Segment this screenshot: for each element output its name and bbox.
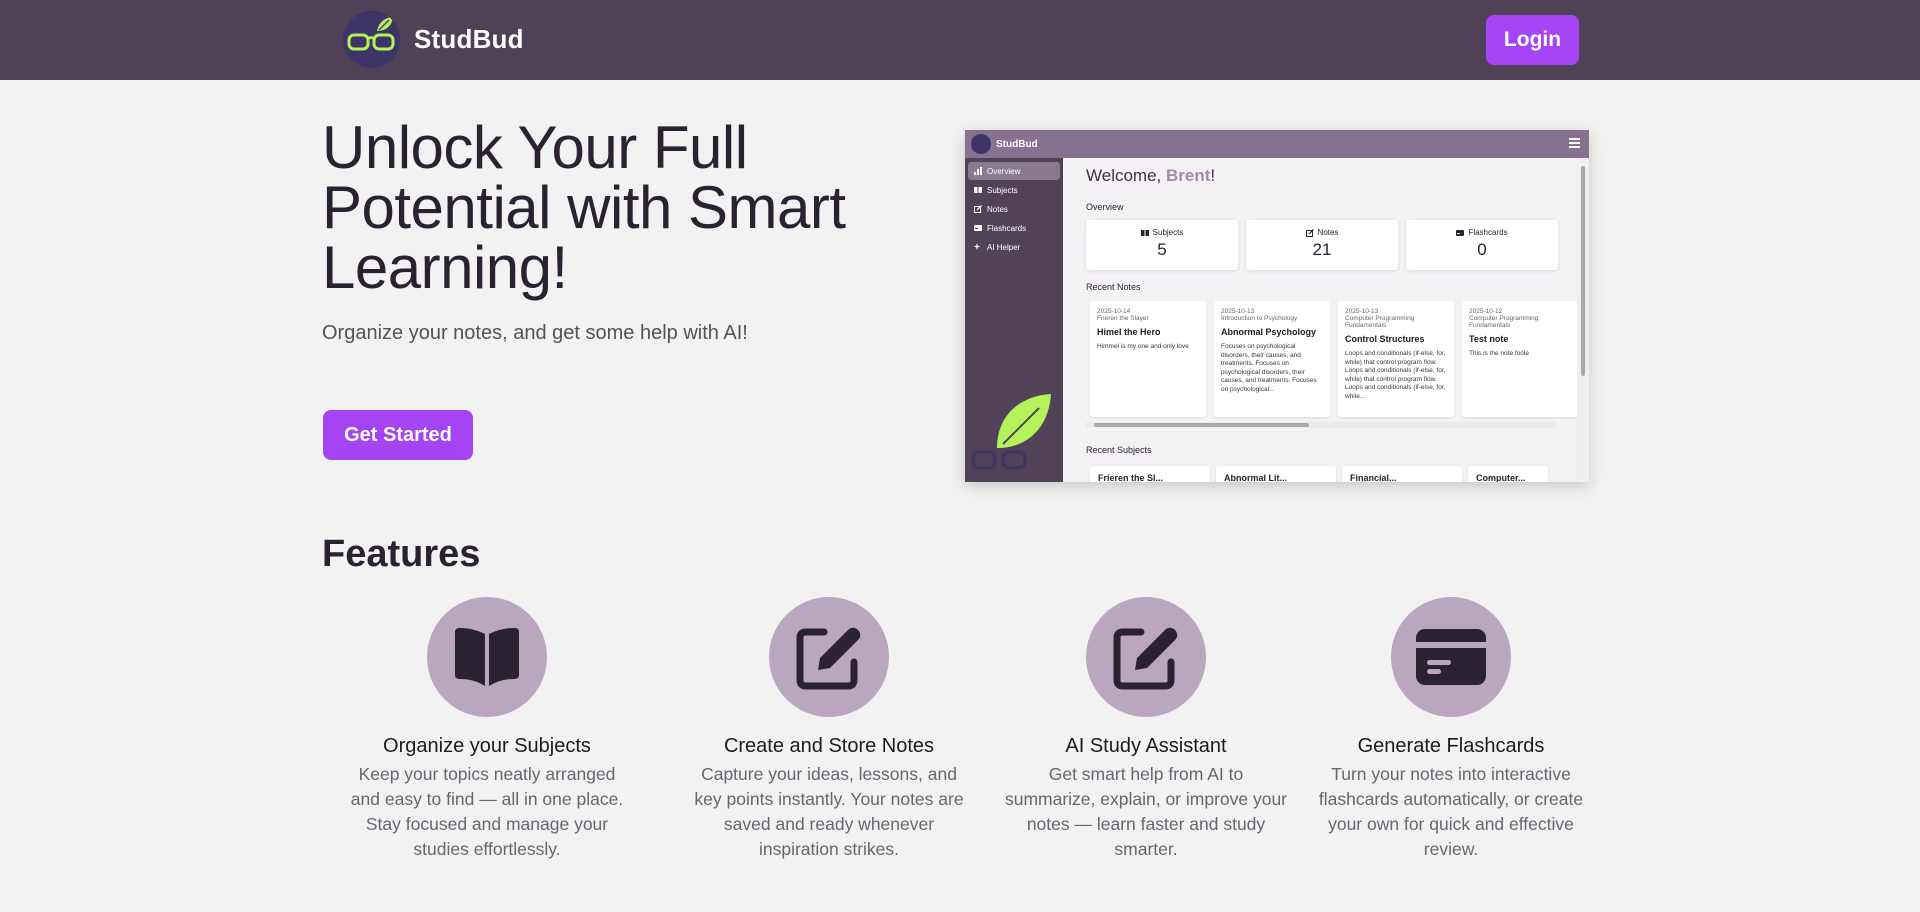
preview-top-bar: StudBud xyxy=(965,130,1589,158)
studbud-logo-icon xyxy=(343,11,400,68)
edit-note-icon xyxy=(1113,627,1178,690)
hero-title: Unlock Your Full Potential with Smart Le… xyxy=(322,114,846,301)
preview-sidebar-label: Subjects xyxy=(987,185,1018,195)
preview-overview-heading: Overview xyxy=(1086,202,1124,212)
card-icon xyxy=(1456,229,1465,236)
preview-brand: StudBud xyxy=(971,134,1038,154)
sidebar-leaf-glasses-icon xyxy=(971,394,1051,470)
feature-create-notes: Create and Store Notes Capture your idea… xyxy=(679,597,979,862)
app-preview-screenshot: StudBud Overview Subjects Notes Flashcar… xyxy=(965,130,1589,482)
preview-main: Welcome, Brent! Overview Subjects 5 Note… xyxy=(1063,158,1577,482)
hero-subtitle: Organize your notes, and get some help w… xyxy=(322,322,748,344)
feature-description: Keep your topics neatly arranged and eas… xyxy=(350,764,624,859)
preview-brand-name: StudBud xyxy=(996,138,1038,150)
feature-title: Generate Flashcards xyxy=(1357,735,1545,757)
preview-stat-subjects: Subjects 5 xyxy=(1086,220,1238,270)
preview-subject-card: Abnormal Lit... xyxy=(1216,466,1336,482)
feature-title: AI Study Assistant xyxy=(1065,735,1227,757)
preview-note-card: 2025-10-13 Introduction to Psychology Ab… xyxy=(1214,301,1330,417)
preview-subject-card: Frieren the Sl... xyxy=(1090,466,1210,482)
feature-generate-flashcards: Generate Flashcards Turn your notes into… xyxy=(1301,597,1601,862)
get-started-button[interactable]: Get Started xyxy=(323,410,473,460)
preview-recent-subjects-heading: Recent Subjects xyxy=(1086,445,1152,455)
brand[interactable]: StudBud xyxy=(343,11,524,68)
preview-horizontal-scrollbar xyxy=(1086,422,1556,428)
brand-name: StudBud xyxy=(414,24,524,54)
hamburger-menu-icon xyxy=(1569,138,1580,148)
preview-note-card: 2025-10-14 Frieren the Slayer Himel the … xyxy=(1090,301,1206,417)
preview-sidebar-label: Overview xyxy=(987,166,1021,176)
feature-icon-circle xyxy=(1086,597,1206,717)
pencil-icon xyxy=(974,205,982,213)
preview-recent-notes-heading: Recent Notes xyxy=(1086,282,1141,292)
preview-user-name: Brent xyxy=(1166,166,1211,185)
preview-note-card: 2025-10-13 Computer Programming Fundamen… xyxy=(1338,301,1454,417)
bar-chart-icon xyxy=(974,167,982,175)
preview-sidebar-label: Notes xyxy=(987,204,1008,214)
credit-card-icon xyxy=(1416,629,1486,685)
preview-sidebar: Overview Subjects Notes Flashcards AI He… xyxy=(965,158,1063,482)
card-icon xyxy=(974,225,982,231)
preview-welcome: Welcome, Brent! xyxy=(1086,166,1216,185)
preview-note-card: 2025-10-12 Computer Programming Fundamen… xyxy=(1462,301,1577,417)
preview-subject-card: Computer... xyxy=(1468,466,1548,482)
preview-stat-notes: Notes 21 xyxy=(1246,220,1398,270)
preview-sidebar-item-subjects: Subjects xyxy=(968,181,1060,199)
preview-sidebar-label: Flashcards xyxy=(987,223,1027,233)
feature-title: Create and Store Notes xyxy=(723,735,935,757)
preview-stat-value: 5 xyxy=(1157,240,1167,259)
preview-stat-value: 21 xyxy=(1312,240,1332,259)
feature-description: Turn your notes into interactive flashca… xyxy=(1318,764,1584,859)
preview-subject-card: Financial... xyxy=(1342,466,1462,482)
feature-icon-circle xyxy=(769,597,889,717)
preview-stat-flashcards: Flashcards 0 xyxy=(1406,220,1558,270)
top-nav: StudBud Login xyxy=(0,0,1920,80)
preview-sidebar-item-ai-helper: AI Helper xyxy=(968,238,1060,256)
login-button[interactable]: Login xyxy=(1486,15,1579,65)
book-open-icon xyxy=(455,628,519,686)
feature-description: Get smart help from AI to summarize, exp… xyxy=(1004,764,1288,859)
feature-organize-subjects: Organize your Subjects Keep your topics … xyxy=(337,597,637,862)
feature-icon-circle xyxy=(427,597,547,717)
preview-sidebar-label: AI Helper xyxy=(987,242,1021,252)
feature-ai-assistant: AI Study Assistant Get smart help from A… xyxy=(996,597,1296,862)
preview-sidebar-item-flashcards: Flashcards xyxy=(968,219,1060,237)
feature-icon-circle xyxy=(1391,597,1511,717)
edit-note-icon xyxy=(796,627,861,690)
preview-vertical-scrollbar xyxy=(1577,158,1589,482)
preview-logo-icon xyxy=(971,134,991,154)
book-icon xyxy=(1140,229,1149,236)
feature-title: Organize your Subjects xyxy=(383,735,591,757)
feature-description: Capture your ideas, lessons, and key poi… xyxy=(694,764,964,859)
features-heading: Features xyxy=(322,533,481,575)
preview-sidebar-item-notes: Notes xyxy=(968,200,1060,218)
pencil-icon xyxy=(1305,228,1314,237)
preview-stat-value: 0 xyxy=(1477,240,1487,259)
preview-sidebar-item-overview: Overview xyxy=(968,162,1060,180)
sparkle-icon xyxy=(974,243,981,250)
book-icon xyxy=(974,187,982,193)
